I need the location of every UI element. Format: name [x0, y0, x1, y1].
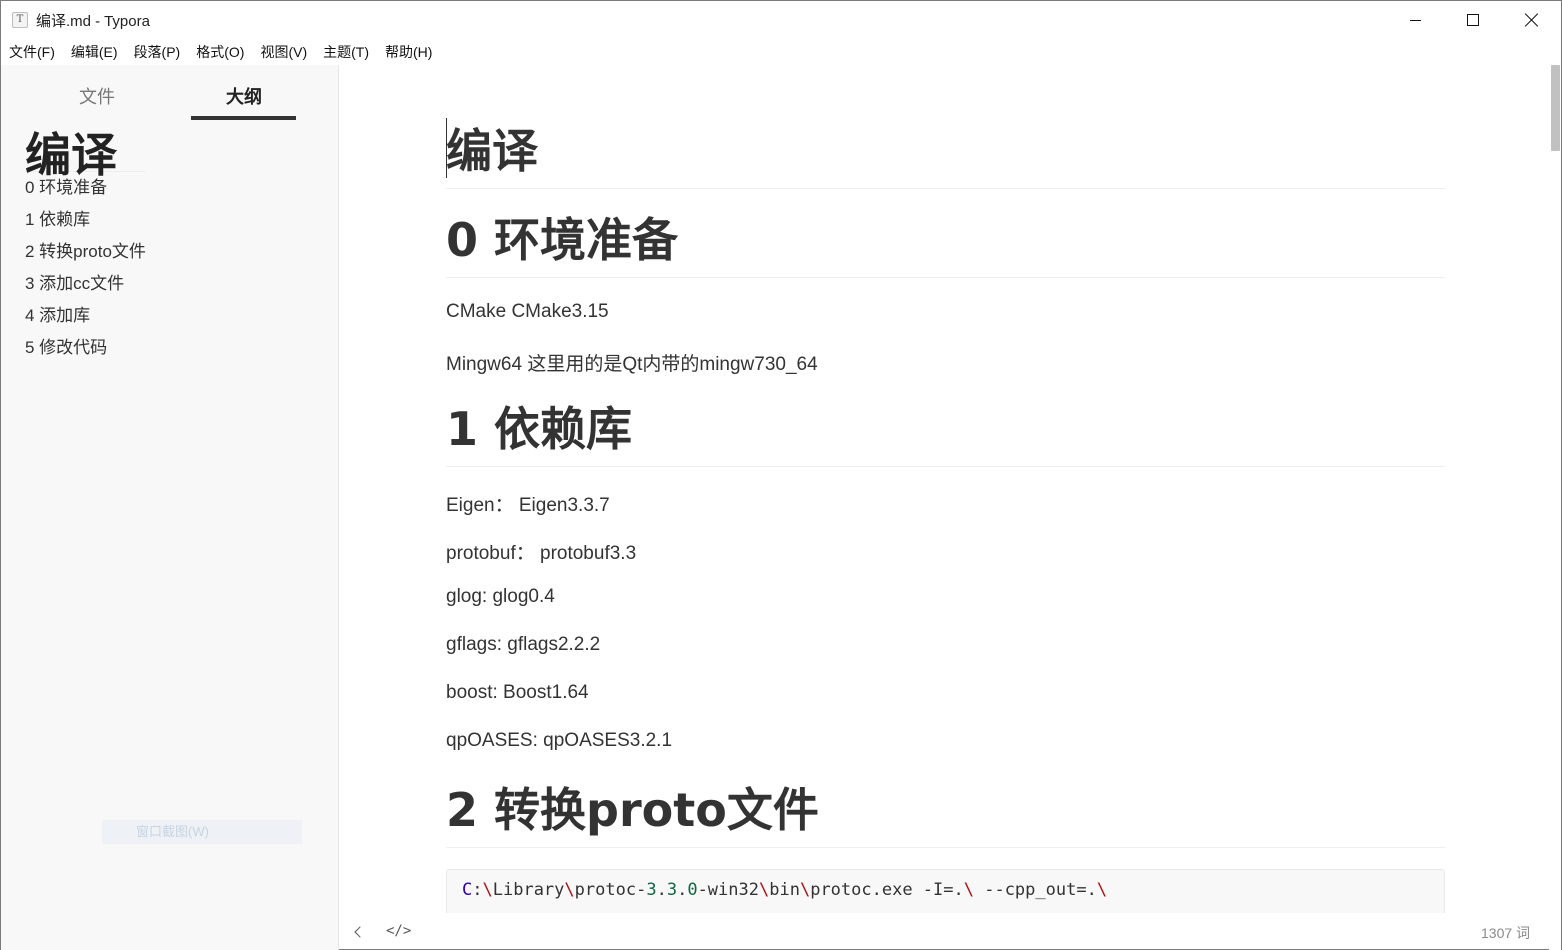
- active-tab-indicator: [191, 116, 296, 120]
- code-backslash: \: [1096, 880, 1108, 900]
- code-backslash: \: [758, 880, 770, 900]
- paragraph-eigen[interactable]: Eigen： Eigen3.3.7: [446, 490, 610, 517]
- editor-scrollbar[interactable]: [1549, 65, 1561, 950]
- word-count[interactable]: 1307 词: [1481, 923, 1530, 943]
- menu-format[interactable]: 格式(O): [196, 42, 244, 62]
- outline-item-deps[interactable]: 1 依赖库: [25, 204, 146, 236]
- code-colon: :: [472, 880, 483, 900]
- outline-item-env[interactable]: 0 环境准备: [25, 172, 146, 204]
- paragraph-boost[interactable]: boost: Boost1.64: [446, 682, 589, 704]
- typora-app-icon: T: [12, 12, 28, 28]
- code-dot: .: [656, 880, 667, 900]
- chevron-left-icon[interactable]: [351, 921, 367, 943]
- code-version-patch: 0: [687, 880, 698, 900]
- paragraph-protobuf[interactable]: protobuf： protobuf3.3: [446, 538, 636, 565]
- source-code-icon[interactable]: </>: [386, 923, 411, 939]
- outline-list: 编译 0 环境准备 1 依赖库 2 转换proto文件 3 添加cc文件 4 添…: [25, 132, 146, 364]
- paragraph-mingw[interactable]: Mingw64 这里用的是Qt内带的mingw730_64: [446, 349, 818, 376]
- title-bar: T 编译.md - Typora: [1, 1, 1561, 39]
- tab-outline[interactable]: 大纲: [226, 83, 262, 109]
- close-button[interactable]: [1503, 1, 1561, 39]
- paragraph-qpoases[interactable]: qpOASES: qpOASES3.2.1: [446, 730, 672, 752]
- code-library: Library: [492, 880, 565, 900]
- code-bin: bin: [769, 880, 800, 900]
- outline-item-code[interactable]: 5 修改代码: [25, 332, 146, 364]
- minimize-button[interactable]: [1386, 1, 1444, 39]
- heading-title[interactable]: 编译: [446, 121, 1445, 189]
- menu-edit[interactable]: 编辑(E): [71, 42, 118, 62]
- menu-bar: 文件(F) 编辑(E) 段落(P) 格式(O) 视图(V) 主题(T) 帮助(H…: [1, 39, 1561, 65]
- maximize-button[interactable]: [1444, 1, 1502, 39]
- typora-window: T 编译.md - Typora 文件(F) 编辑(E) 段落(P) 格式(O)…: [0, 0, 1562, 950]
- code-backslash: \: [482, 880, 493, 900]
- heading-proto[interactable]: 2 转换proto文件: [446, 780, 1445, 848]
- paragraph-cmake[interactable]: CMake CMake3.15: [446, 301, 609, 323]
- sidebar: 文件 大纲 编译 0 环境准备 1 依赖库 2 转换proto文件 3 添加cc…: [1, 65, 339, 950]
- outline-item-lib[interactable]: 4 添加库: [25, 300, 146, 332]
- code-protoc: protoc-: [574, 880, 647, 900]
- code-backslash: \: [564, 880, 575, 900]
- code-cppout: --cpp_out=.: [973, 880, 1097, 900]
- maximize-icon: [1467, 14, 1479, 26]
- minimize-icon: [1409, 19, 1421, 21]
- screenshot-tooltip: 窗口截图(W): [102, 820, 302, 844]
- code-win32: -win32: [697, 880, 759, 900]
- tab-files[interactable]: 文件: [79, 83, 115, 109]
- code-version-major: 3: [646, 880, 657, 900]
- scrollbar-thumb[interactable]: [1551, 65, 1560, 151]
- menu-paragraph[interactable]: 段落(P): [134, 42, 181, 62]
- heading-env[interactable]: 0 环境准备: [446, 210, 1445, 278]
- close-icon: [1525, 13, 1539, 27]
- paragraph-glog[interactable]: glog: glog0.4: [446, 586, 555, 608]
- code-version-minor: 3: [666, 880, 678, 900]
- outline-item-proto[interactable]: 2 转换proto文件: [25, 236, 146, 268]
- code-exe: protoc.exe -I=.: [810, 880, 964, 900]
- menu-theme[interactable]: 主题(T): [323, 42, 369, 62]
- menu-view[interactable]: 视图(V): [260, 42, 307, 62]
- outline-item-cc[interactable]: 3 添加cc文件: [25, 268, 146, 300]
- code-backslash: \: [963, 880, 974, 900]
- window-title: 编译.md - Typora: [36, 13, 150, 30]
- outline-item-title[interactable]: 编译: [25, 132, 146, 178]
- code-dot: .: [677, 880, 688, 900]
- code-backslash: \: [799, 880, 811, 900]
- code-drive: C: [462, 880, 473, 900]
- editor-pane[interactable]: 编译 0 环境准备 CMake CMake3.15 Mingw64 这里用的是Q…: [340, 65, 1549, 913]
- code-block[interactable]: C:\Library\protoc-3.3.0-win32\bin\protoc…: [446, 869, 1445, 913]
- paragraph-gflags[interactable]: gflags: gflags2.2.2: [446, 634, 600, 656]
- menu-help[interactable]: 帮助(H): [385, 42, 432, 62]
- menu-file[interactable]: 文件(F): [9, 42, 55, 62]
- heading-deps[interactable]: 1 依赖库: [446, 399, 1445, 467]
